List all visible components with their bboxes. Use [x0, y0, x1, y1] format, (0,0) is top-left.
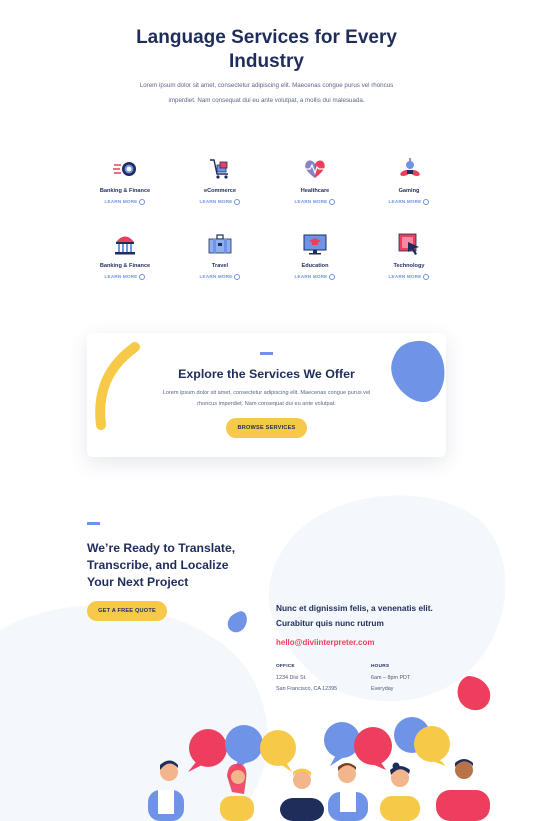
- graduation-monitor-icon: [302, 231, 328, 257]
- page-subtitle: Lorem ipsum dolor sit amet, consectetur …: [139, 82, 394, 104]
- person-2: [220, 763, 254, 821]
- arrow-circle-icon: [139, 274, 146, 280]
- learn-more-link[interactable]: LEARN MORE: [270, 274, 360, 280]
- industry-label: Banking & Finance: [99, 263, 151, 269]
- learn-more-link[interactable]: LEARN MORE: [364, 199, 454, 205]
- hours-block: HOURS 6am – 8pm PDT Everyday: [371, 664, 410, 695]
- industry-label: Healthcare: [300, 188, 330, 194]
- industry-label: Travel: [211, 263, 229, 269]
- services-card: Explore the Services We Offer Lorem ipsu…: [87, 333, 446, 457]
- hours-label: HOURS: [371, 664, 390, 669]
- industry-card-technology[interactable]: Technology LEARN MORE: [364, 231, 454, 280]
- industry-card-ecommerce[interactable]: eCommerce LEARN MORE: [175, 156, 265, 205]
- industry-label: Banking & Finance: [99, 188, 151, 194]
- office-address-line2: San Francisco, CA 12395: [276, 686, 338, 692]
- section-dash: [260, 352, 273, 355]
- arrow-circle-icon: [329, 274, 336, 280]
- industry-card-gaming[interactable]: Gaming LEARN MORE: [364, 156, 454, 205]
- contact-info-heading: Nunc et dignissim felis, a venenatis eli…: [276, 603, 433, 628]
- services-subtitle: Lorem ipsum dolor sit amet, consectetur …: [162, 390, 371, 407]
- arrow-circle-icon: [423, 199, 430, 205]
- browse-services-button[interactable]: BROWSE SERVICES: [226, 418, 307, 438]
- industry-card-education[interactable]: Education LEARN MORE: [270, 231, 360, 280]
- small-red-blob: [457, 676, 491, 711]
- arrow-circle-icon: [139, 199, 146, 205]
- suitcase-icon: [207, 231, 233, 257]
- industry-label: Technology: [393, 263, 425, 269]
- coin-icon: [112, 156, 138, 182]
- page-title: Language Services for Every Industry: [136, 27, 397, 72]
- industry-label: eCommerce: [203, 188, 237, 194]
- industry-card-banking-2[interactable]: Banking & Finance LEARN MORE: [80, 231, 170, 280]
- arrow-circle-icon: [234, 199, 241, 205]
- learn-more-link[interactable]: LEARN MORE: [175, 274, 265, 280]
- cursor-icon: [396, 231, 422, 257]
- gamepad-icon: [396, 156, 422, 182]
- office-label: OFFICE: [276, 664, 295, 669]
- services-title: Explore the Services We Offer: [178, 367, 355, 381]
- office-address-line1: 1234 Divi St.: [276, 675, 307, 681]
- free-quote-button[interactable]: GET A FREE QUOTE: [87, 601, 167, 621]
- bank-icon: [112, 231, 138, 257]
- learn-more-link[interactable]: LEARN MORE: [80, 274, 170, 280]
- hours-line1: 6am – 8pm PDT: [371, 675, 411, 681]
- people-illustration: [148, 717, 490, 821]
- heart-pulse-icon: [302, 156, 328, 182]
- person-3: [280, 768, 324, 821]
- person-5: [380, 762, 420, 821]
- industry-card-banking[interactable]: Banking & Finance LEARN MORE: [80, 156, 170, 205]
- person-6: [436, 759, 490, 821]
- learn-more-link[interactable]: LEARN MORE: [80, 199, 170, 205]
- yellow-arc-shape: [95, 342, 140, 430]
- speech-bubbles: [188, 717, 450, 772]
- contact-dash: [87, 522, 100, 525]
- industry-label: Gaming: [398, 188, 420, 194]
- contact-heading: We’re Ready to Translate, Transcribe, an…: [87, 541, 236, 589]
- arrow-circle-icon: [423, 274, 430, 280]
- industry-label: Education: [301, 263, 329, 269]
- learn-more-link[interactable]: LEARN MORE: [175, 199, 265, 205]
- cart-icon: [207, 156, 233, 182]
- arrow-circle-icon: [234, 274, 241, 280]
- learn-more-link[interactable]: LEARN MORE: [270, 199, 360, 205]
- small-blue-blob: [227, 611, 247, 633]
- person-1: [148, 760, 184, 821]
- hours-line2: Everyday: [371, 686, 394, 692]
- person-4: [328, 763, 368, 821]
- office-block: OFFICE 1234 Divi St. San Francisco, CA 1…: [276, 664, 337, 695]
- industry-card-travel[interactable]: Travel LEARN MORE: [175, 231, 265, 280]
- arrow-circle-icon: [329, 199, 336, 205]
- industry-card-healthcare[interactable]: Healthcare LEARN MORE: [270, 156, 360, 205]
- learn-more-link[interactable]: LEARN MORE: [364, 274, 454, 280]
- email-link[interactable]: hello@diviinterpreter.com: [276, 638, 375, 647]
